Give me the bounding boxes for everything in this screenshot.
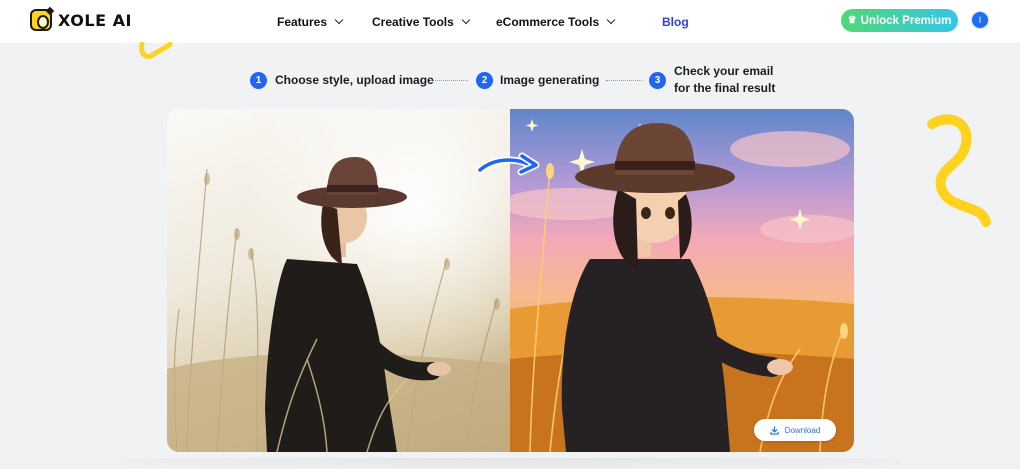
step-2-number: 2 [476,72,493,89]
nav-ecommerce-tools[interactable]: eCommerce Tools [496,0,616,43]
nav-creative-tools[interactable]: Creative Tools [372,0,471,43]
step-2-label: Image generating [500,73,600,87]
anime-style-result [500,109,854,452]
step-connector [606,80,642,81]
download-button[interactable]: Download [754,419,836,441]
step-3-label-line1: Check your email [674,64,774,78]
original-photo-illustration [167,109,510,452]
crown-icon: ♛ [847,14,857,26]
step-1-number: 1 [250,72,267,89]
user-avatar[interactable]: I [971,11,989,29]
anime-result-illustration [500,119,854,452]
download-icon [770,425,779,435]
unlock-premium-label: Unlock Premium [860,14,952,27]
squiggle-right-decoration [927,114,991,227]
arrow-right-icon [476,152,540,176]
download-label: Download [784,425,821,435]
nav-blog[interactable]: Blog [662,0,689,43]
nav-creative-tools-label: Creative Tools [372,14,454,29]
nav-blog-label: Blog [662,14,689,29]
top-header: XOLE AI Features Creative Tools eCommerc… [0,0,1020,43]
nav-features[interactable]: Features [277,0,344,43]
card-shadow [120,458,900,469]
nav-features-label: Features [277,14,328,29]
squiggle-left-decoration [139,42,173,59]
brand-logo[interactable]: XOLE AI [30,9,132,31]
logo-icon [30,9,52,31]
step-connector [430,80,468,81]
nav-ecommerce-tools-label: eCommerce Tools [496,14,600,29]
chevron-down-icon [334,15,344,24]
step-3-label-line2: for the final result [674,81,776,95]
original-photo [167,109,510,452]
brand-name: XOLE AI [58,10,132,30]
step-3-number: 3 [649,72,666,89]
chevron-down-icon [461,15,471,24]
unlock-premium-button[interactable]: ♛ Unlock Premium [841,9,958,32]
chevron-down-icon [606,15,616,24]
step-1-label: Choose style, upload image [275,73,434,87]
